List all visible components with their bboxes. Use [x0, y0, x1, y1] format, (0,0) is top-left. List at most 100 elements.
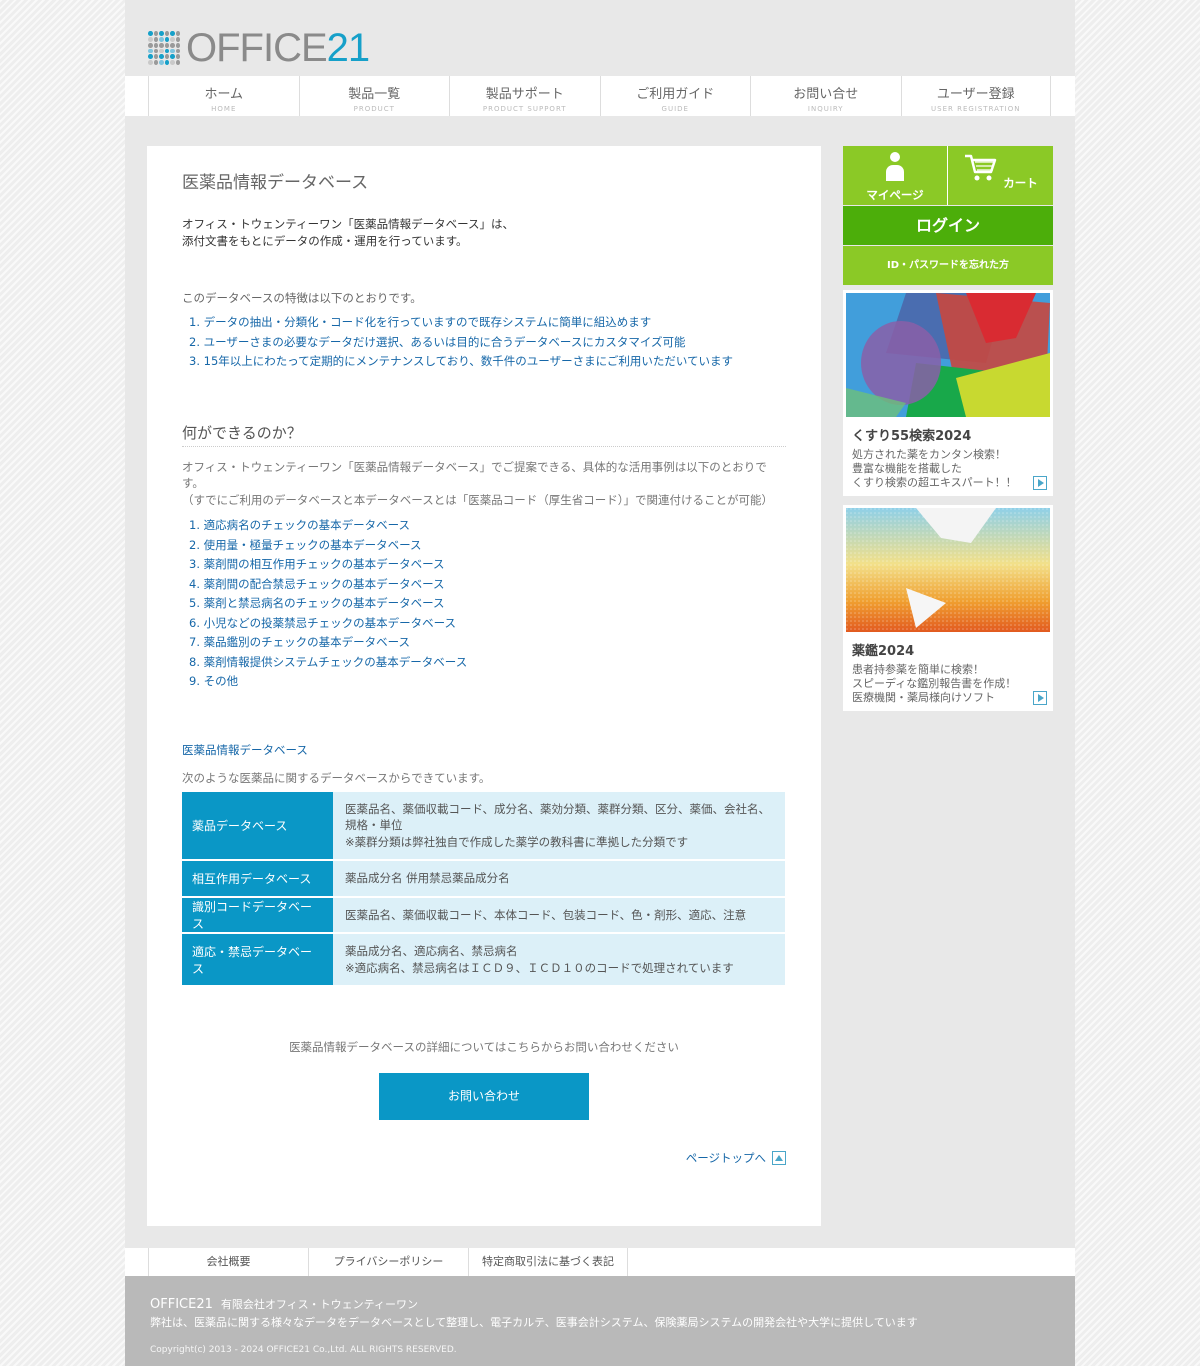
- nav-item-support[interactable]: 製品サポート PRODUCT SUPPORT: [449, 76, 600, 116]
- logo-dot: [164, 48, 169, 54]
- forgot-password-link[interactable]: ID・パスワードを忘れた方: [843, 246, 1053, 285]
- table-row: 適応・禁忌データベース 薬品成分名、適応病名、禁忌病名 ※適応病名、禁忌病名はＩＣ…: [182, 933, 785, 987]
- logo-dot: [175, 60, 180, 65]
- logo-dot: [153, 54, 158, 60]
- nav-item-guide[interactable]: ご利用ガイド GUIDE: [599, 76, 751, 116]
- logo-dot: [164, 60, 169, 65]
- logo-dot: [153, 48, 158, 54]
- banner-line: くすり検索の超エキスパート！！: [852, 476, 1017, 489]
- login-button[interactable]: ログイン: [843, 206, 1053, 245]
- logo-dot: [148, 36, 153, 42]
- logo-dot: [153, 60, 158, 65]
- banner-line: 処方された薬をカンタン検索！: [852, 448, 1006, 461]
- cell-line: 薬品成分名 併用禁忌薬品成分名: [345, 871, 510, 885]
- logo-dot: [159, 48, 164, 54]
- logo-dot: [175, 48, 180, 54]
- list-item: 6. 小児などの投薬禁忌チェックの基本データベース: [189, 615, 457, 630]
- list-item: 3. 15年以上にわたって定期的にメンテナンスしており、数千件のユーザーさまにご…: [189, 354, 733, 368]
- logo-dot: [148, 42, 153, 48]
- table-cell: 医薬品名、薬価収載コード、成分名、薬効分類、薬群分類、区分、薬価、会社名、規格・…: [333, 791, 785, 861]
- nav-item-inquiry[interactable]: お問い合せ INQUIRY: [750, 76, 901, 116]
- banner-line: 医療機関・薬局様向けソフト: [852, 691, 995, 704]
- logo-dot: [170, 31, 175, 36]
- page-top-label: ページトップへ: [685, 1151, 766, 1165]
- footer-brand-name: OFFICE21: [150, 1297, 213, 1312]
- cart-icon: [965, 154, 997, 181]
- cart-button[interactable]: カート: [948, 146, 1053, 205]
- logo-dot: [170, 54, 175, 60]
- cell-line: 薬品成分名、適応病名、禁忌病名: [345, 944, 518, 958]
- banner-yakkan-image: [846, 508, 1050, 632]
- logo-text: OFFICE21: [186, 26, 370, 70]
- cell-line: 医薬品名、薬価収載コード、本体コード、包装コード、色・剤形、適応、注意: [345, 907, 747, 922]
- table-header-cell: 適応・禁忌データベース: [182, 933, 333, 987]
- logo-dot: [175, 36, 180, 42]
- footer-brand: OFFICE21 有限会社オフィス・トウェンティーワン: [150, 1296, 1050, 1312]
- table-row: 薬品データベース 医薬品名、薬価収載コード、成分名、薬効分類、薬群分類、区分、薬…: [182, 791, 785, 861]
- logo-dot: [159, 60, 164, 65]
- nav-label: ホーム: [204, 87, 244, 102]
- footer: OFFICE21 有限会社オフィス・トウェンティーワン 弊社は、医薬品に関する様々…: [125, 1276, 1075, 1366]
- desc-line: （すでにご利用のデータベースと本データベースとは「医薬品コード（厚生省コード）」…: [182, 492, 773, 507]
- intro-line: オフィス・トウェンティーワン「医薬品情報データベース」は、: [182, 217, 515, 231]
- logo-dot: [159, 36, 164, 42]
- logo-dot: [159, 31, 164, 36]
- footer-link-tokushoho[interactable]: 特定商取引法に基づく表記: [468, 1248, 628, 1276]
- banner-title: 薬鑑2024: [852, 644, 915, 659]
- intro-line: 添付文書をもとにデータの作成・運用を行っています。: [182, 234, 468, 248]
- nav-item-home[interactable]: ホーム HOME: [148, 76, 299, 116]
- banner-kusuri55[interactable]: くすり55検索2024 処方された薬をカンタン検索！ 豊富な機能を搭載した くす…: [843, 290, 1053, 496]
- arrow-up-icon: [772, 1151, 786, 1165]
- list-item: 3. 薬剤間の相互作用チェックの基本データベース: [189, 557, 445, 571]
- logo-mark-icon: [148, 31, 180, 65]
- banner-yakkan[interactable]: 薬鑑2024 患者持参薬を簡単に検索！ スピーディな鑑別報告書を作成！ 医療機関…: [843, 505, 1053, 711]
- banner-line: 豊富な機能を搭載した: [852, 462, 962, 475]
- logo-dot: [175, 42, 180, 48]
- table-cell: 薬品成分名 併用禁忌薬品成分名: [333, 860, 785, 898]
- logo-dot: [175, 54, 180, 60]
- play-icon: [1033, 476, 1047, 490]
- logo-dot: [159, 54, 164, 60]
- nav-label: ユーザー登録: [936, 87, 1015, 102]
- logo-dot: [175, 31, 180, 36]
- mypage-button[interactable]: マイページ: [843, 146, 948, 205]
- logo-dot: [148, 60, 153, 65]
- nav-item-registration[interactable]: ユーザー登録 USER REGISTRATION: [900, 76, 1051, 116]
- page-title: 医薬品情報データベース: [182, 173, 369, 193]
- nav-item-products[interactable]: 製品一覧 PRODUCT: [298, 76, 450, 116]
- list-item: 5. 薬剤と禁忌病名のチェックの基本データベース: [189, 596, 445, 610]
- logo-dot: [164, 36, 169, 42]
- nav-sublabel: USER REGISTRATION: [931, 105, 1021, 113]
- cell-line: 医薬品名、薬価収載コード、成分名、薬効分類、薬群分類、区分、薬価、会社名、規格・…: [345, 801, 771, 833]
- logo-dot: [170, 48, 175, 54]
- nav-sublabel: PRODUCT SUPPORT: [482, 105, 567, 113]
- banner-line: 患者持参薬を簡単に検索！: [852, 663, 984, 676]
- cart-label: カート: [1003, 176, 1038, 190]
- logo-dot: [148, 48, 153, 54]
- footer-link-privacy[interactable]: プライバシーポリシー: [308, 1248, 468, 1276]
- person-icon: [885, 152, 905, 184]
- features-lead: このデータベースの特徴は以下のとおりです。: [182, 291, 422, 305]
- footer-link-company[interactable]: 会社概要: [148, 1248, 308, 1276]
- list-item: 1. データの抽出・分類化・コード化を行っていますので既存システムに簡単に組込め…: [189, 315, 652, 329]
- logo[interactable]: OFFICE21: [148, 26, 370, 70]
- cell-note: ※適応病名、禁忌病名はＩＣＤ９、ＩＣＤ１０のコードで処理されています: [345, 960, 734, 975]
- copyright: Copyright(c) 2013 - 2024 OFFICE21 Co.,Lt…: [150, 1345, 457, 1355]
- table-header-cell: 相互作用データベース: [182, 860, 333, 898]
- page-top-link[interactable]: ページトップへ: [686, 1150, 786, 1166]
- nav-sublabel: INQUIRY: [807, 105, 844, 113]
- list-item: 2. 使用量・極量チェックの基本データベース: [189, 537, 422, 552]
- nav-label: 製品一覧: [348, 87, 401, 102]
- nav-sublabel: GUIDE: [661, 105, 689, 113]
- nav-sublabel: PRODUCT: [353, 105, 395, 113]
- db-section-lead: 次のような医薬品に関するデータベースからできています。: [182, 770, 491, 785]
- page-wrapper: OFFICE21 ホーム HOME 製品一覧 PRODUCT 製品サポート PRODU…: [125, 0, 1075, 1366]
- nav-sublabel: HOME: [211, 105, 237, 113]
- footer-links: 会社概要 プライバシーポリシー 特定商取引法に基づく表記: [125, 1248, 1075, 1276]
- list-item: 8. 薬剤情報提供システムチェックの基本データベース: [189, 654, 468, 669]
- nav-label: 製品サポート: [485, 87, 564, 102]
- logo-dot: [170, 60, 175, 65]
- list-item: 1. 適応病名のチェックの基本データベース: [189, 518, 411, 532]
- db-section-link[interactable]: 医薬品情報データベース: [182, 742, 786, 758]
- contact-button[interactable]: お問い合わせ: [379, 1073, 589, 1120]
